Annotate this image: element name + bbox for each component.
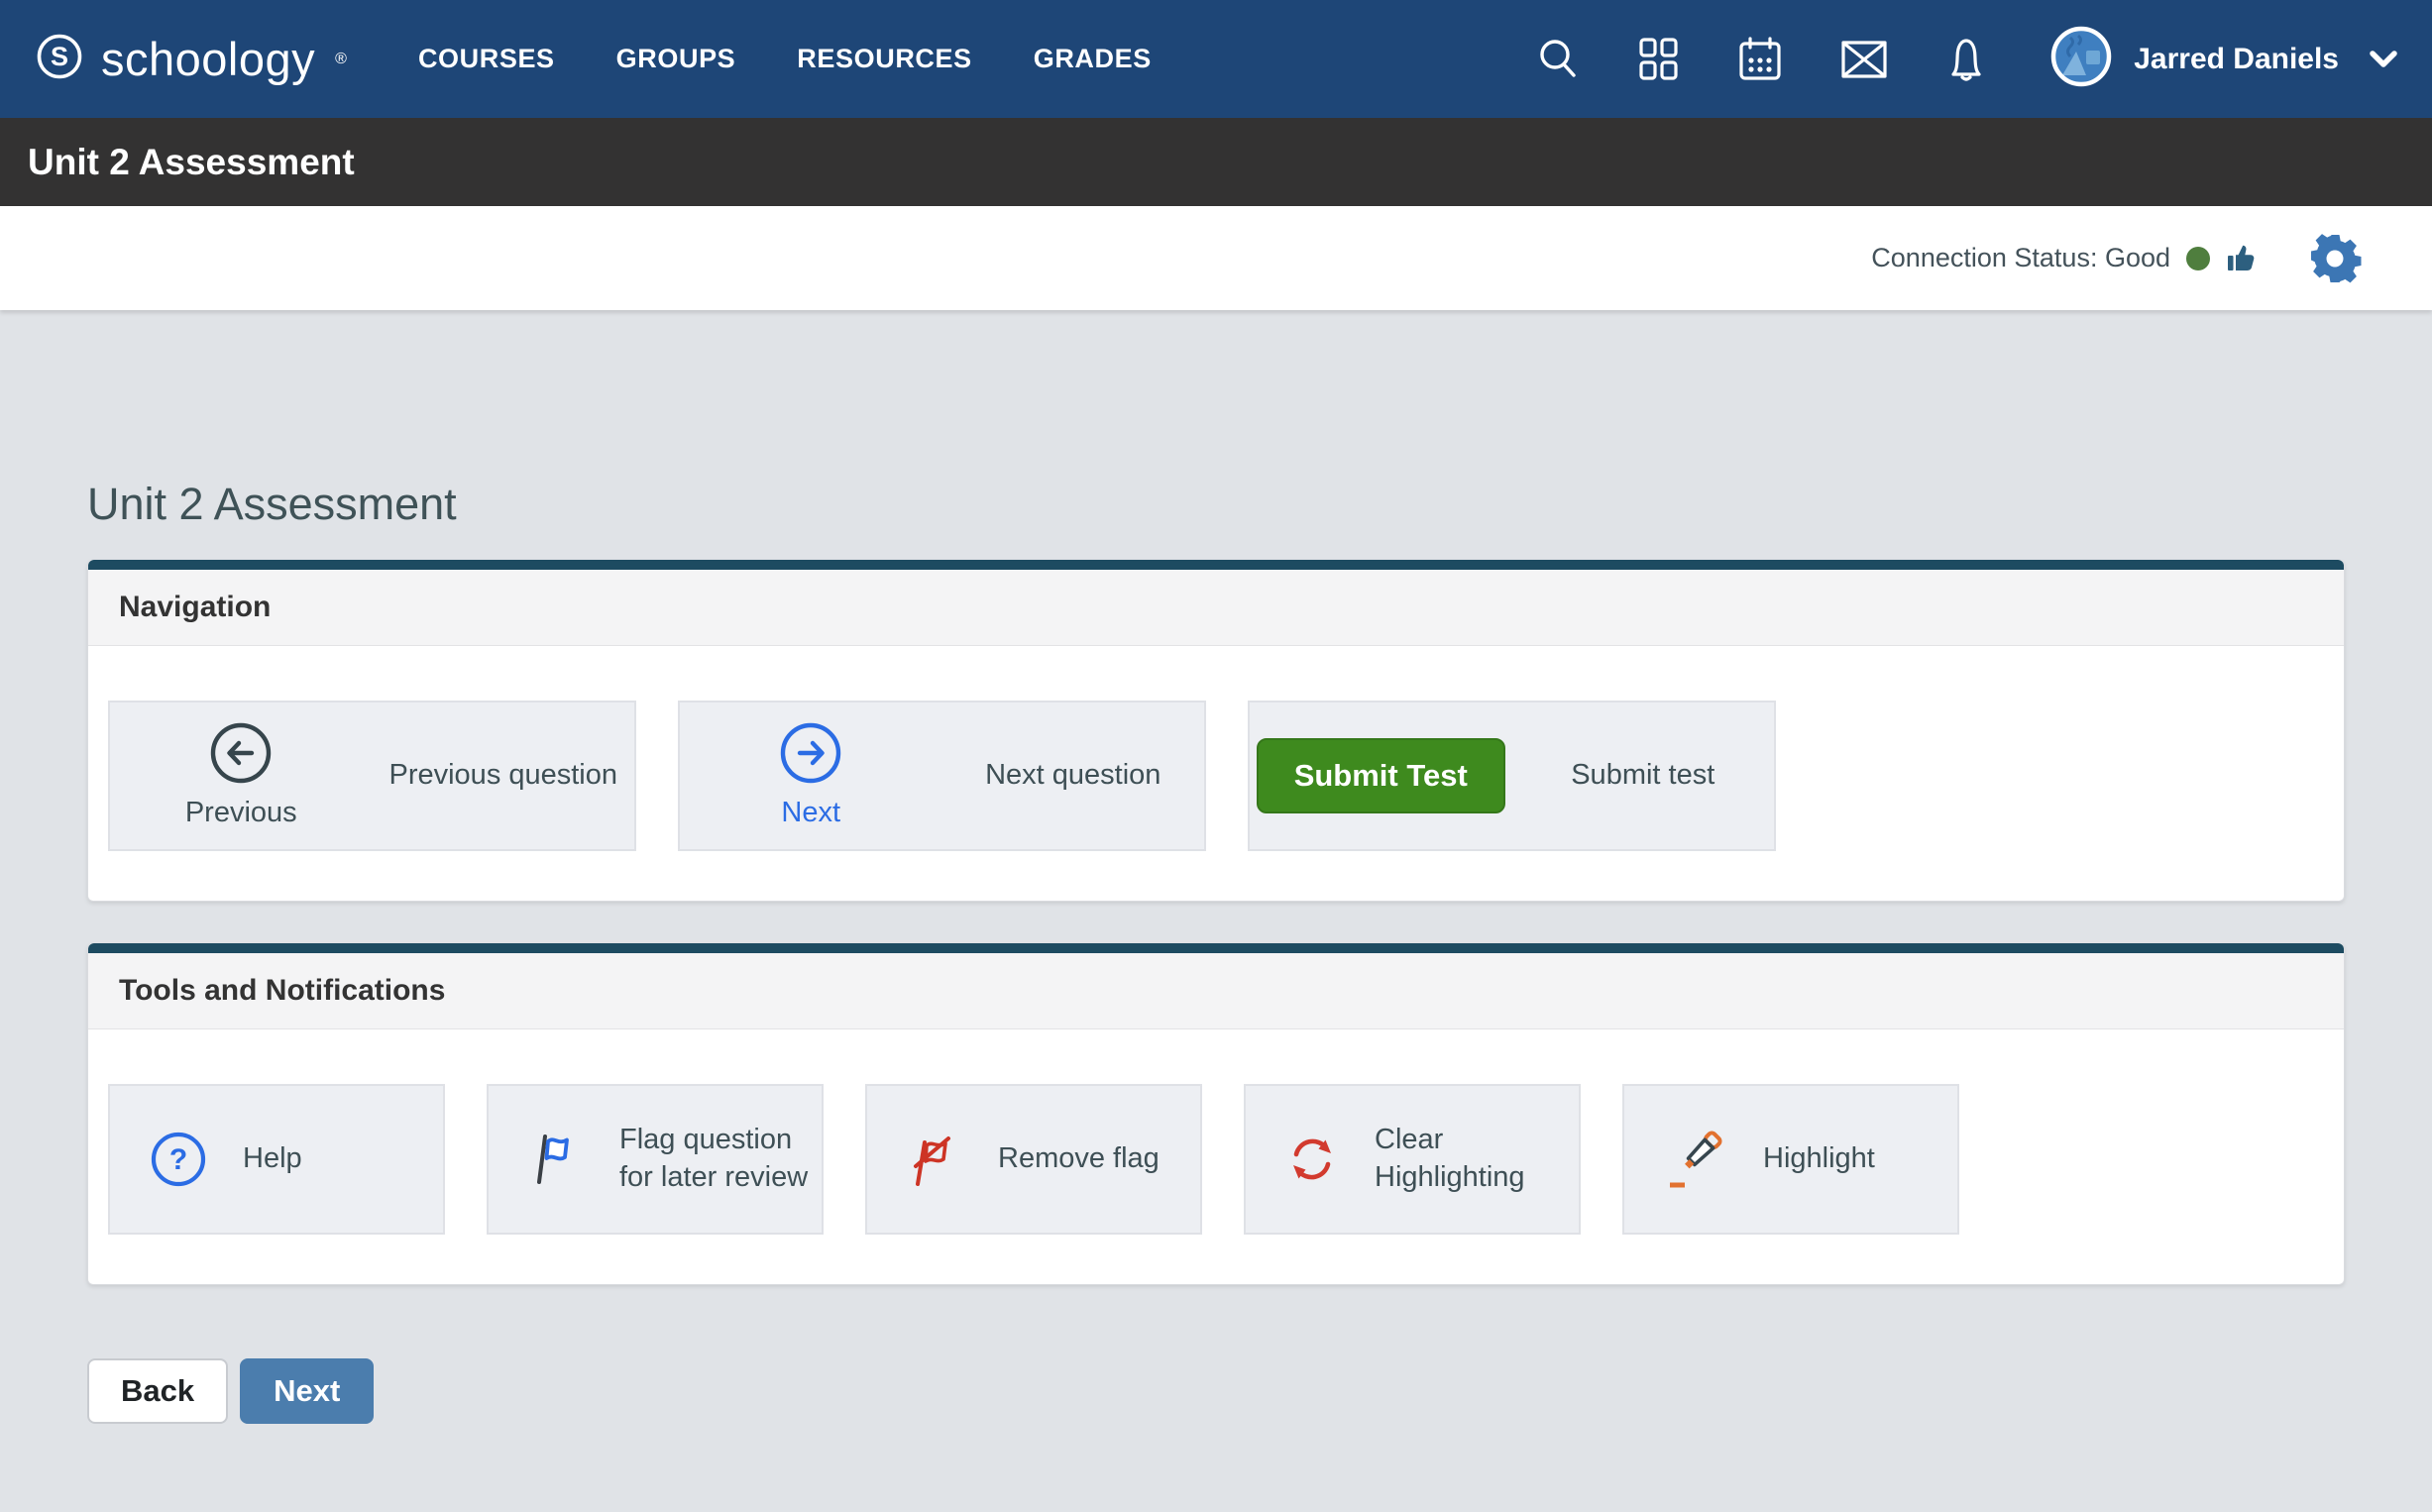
- flag-remove-icon: [907, 1129, 962, 1190]
- tools-panel: Tools and Notifications ? Help: [87, 943, 2345, 1285]
- menu-item-grades[interactable]: GRADES: [1034, 44, 1152, 74]
- remove-flag-label: Remove flag: [998, 1140, 1160, 1178]
- notifications-icon[interactable]: [1943, 35, 1989, 84]
- main-content: Unit 2 Assessment Navigation Previous Pr…: [0, 310, 2432, 1424]
- arrow-right-circle-icon: [779, 721, 842, 790]
- user-menu[interactable]: Jarred Daniels: [2050, 26, 2398, 92]
- app-grid-icon[interactable]: [1636, 36, 1682, 83]
- next-question-button[interactable]: Next: [680, 721, 942, 829]
- flag-question-card[interactable]: Flag question for later review: [487, 1084, 824, 1235]
- menu-item-resources[interactable]: RESOURCES: [797, 44, 971, 74]
- clear-highlighting-label: Clear Highlighting: [1375, 1122, 1579, 1196]
- chevron-down-icon: [2369, 50, 2398, 69]
- navigation-panel-body: Previous Previous question Next Next qu: [88, 646, 2344, 901]
- submit-test-action: Submit Test: [1250, 738, 1512, 813]
- connection-status-dot: [2186, 247, 2210, 270]
- tools-panel-body: ? Help Flag question for later review: [88, 1029, 2344, 1284]
- calendar-icon[interactable]: [1735, 35, 1785, 84]
- help-card[interactable]: ? Help: [108, 1084, 445, 1235]
- navbar-right-cluster: Jarred Daniels: [1535, 26, 2398, 92]
- brand-wordmark: schoology: [101, 32, 315, 86]
- next-question-card: Next Next question: [678, 701, 1206, 851]
- remove-flag-card[interactable]: Remove flag: [865, 1084, 1202, 1235]
- page-title: Unit 2 Assessment: [87, 479, 2345, 530]
- next-button[interactable]: Next: [240, 1358, 374, 1424]
- arrow-left-circle-icon: [209, 721, 273, 790]
- panel-accent-bar: [88, 943, 2344, 953]
- svg-text:S: S: [51, 42, 68, 71]
- panel-accent-bar: [88, 560, 2344, 570]
- highlight-label: Highlight: [1763, 1140, 1875, 1178]
- submit-test-card: Submit Test Submit test: [1248, 701, 1776, 851]
- assessment-title: Unit 2 Assessment: [28, 142, 355, 183]
- highlight-card[interactable]: Highlight: [1622, 1084, 1959, 1235]
- avatar: [2050, 26, 2112, 92]
- svg-text:?: ?: [169, 1143, 187, 1176]
- menu-item-courses[interactable]: COURSES: [418, 44, 555, 74]
- tools-panel-title: Tools and Notifications: [88, 953, 2344, 1029]
- menu-item-groups[interactable]: GROUPS: [616, 44, 736, 74]
- flag-icon: [528, 1129, 584, 1190]
- footer-actions: Back Next: [87, 1358, 2345, 1424]
- connection-status-label: Connection Status: Good: [1871, 243, 2170, 273]
- flag-question-label: Flag question for later review: [619, 1122, 822, 1196]
- settings-gear-icon[interactable]: [2307, 231, 2363, 286]
- highlighter-icon: [1664, 1128, 1727, 1191]
- refresh-icon: [1285, 1133, 1339, 1186]
- messages-icon[interactable]: [1838, 37, 1890, 82]
- submit-test-description: Submit test: [1512, 759, 1775, 792]
- previous-question-button[interactable]: Previous: [110, 721, 373, 829]
- back-button[interactable]: Back: [87, 1358, 228, 1424]
- top-navbar: S schoology ® COURSES GROUPS RESOURCES G…: [0, 0, 2432, 118]
- assessment-title-bar: Unit 2 Assessment: [0, 118, 2432, 206]
- question-circle-icon: ?: [150, 1131, 207, 1188]
- next-question-description: Next question: [942, 759, 1205, 792]
- schoology-logo[interactable]: S schoology ®: [36, 32, 347, 86]
- schoology-s-icon: S: [36, 33, 83, 85]
- status-bar: Connection Status: Good: [0, 206, 2432, 310]
- submit-test-button[interactable]: Submit Test: [1257, 738, 1505, 813]
- navigation-panel: Navigation Previous Previous question: [87, 560, 2345, 902]
- previous-button-label: Previous: [185, 797, 297, 829]
- trademark-symbol: ®: [335, 51, 347, 68]
- thumbs-up-icon: [2226, 244, 2258, 273]
- next-button-label: Next: [781, 797, 840, 829]
- search-icon[interactable]: [1535, 36, 1583, 83]
- previous-question-card: Previous Previous question: [108, 701, 636, 851]
- clear-highlighting-card[interactable]: Clear Highlighting: [1244, 1084, 1581, 1235]
- navigation-panel-title: Navigation: [88, 570, 2344, 646]
- user-name: Jarred Daniels: [2134, 43, 2339, 76]
- help-label: Help: [243, 1140, 302, 1178]
- main-menu: COURSES GROUPS RESOURCES GRADES: [418, 44, 1152, 74]
- previous-question-description: Previous question: [373, 759, 635, 792]
